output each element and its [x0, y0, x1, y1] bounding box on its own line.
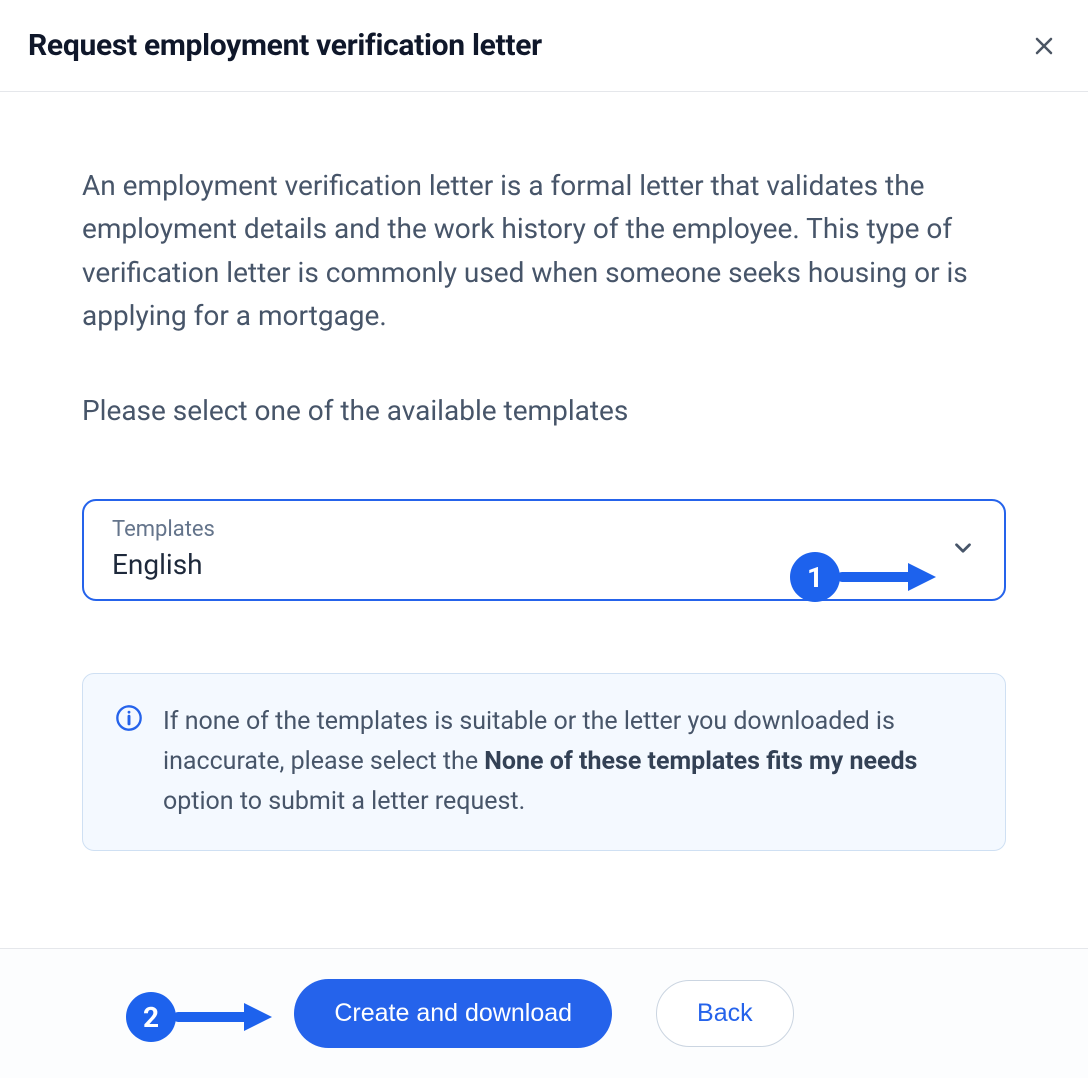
create-and-download-button[interactable]: Create and download: [294, 979, 612, 1048]
arrow-right-icon: [838, 557, 938, 597]
back-button[interactable]: Back: [656, 980, 794, 1047]
annotation-1: 1: [790, 552, 938, 602]
chevron-down-icon: [950, 535, 976, 565]
arrow-right-icon: [174, 997, 274, 1037]
dialog-header: Request employment verification letter: [0, 0, 1088, 92]
templates-dropdown-label: Templates: [112, 517, 976, 542]
info-callout: If none of the templates is suitable or …: [82, 673, 1006, 851]
annotation-badge-1: 1: [790, 552, 840, 602]
annotation-2: 2: [126, 992, 274, 1042]
info-text: If none of the templates is suitable or …: [163, 702, 973, 822]
instruction-text: Please select one of the available templ…: [82, 394, 1006, 427]
close-button[interactable]: [1028, 30, 1060, 62]
info-text-after: option to submit a letter request.: [163, 787, 525, 816]
info-icon: [115, 704, 143, 736]
description-text: An employment verification letter is a f…: [82, 164, 1006, 338]
info-text-bold: None of these templates fits my needs: [484, 747, 917, 776]
dialog-content: An employment verification letter is a f…: [0, 92, 1088, 851]
dialog-title: Request employment verification letter: [28, 28, 542, 63]
annotation-badge-2: 2: [126, 992, 176, 1042]
close-icon: [1032, 34, 1056, 58]
